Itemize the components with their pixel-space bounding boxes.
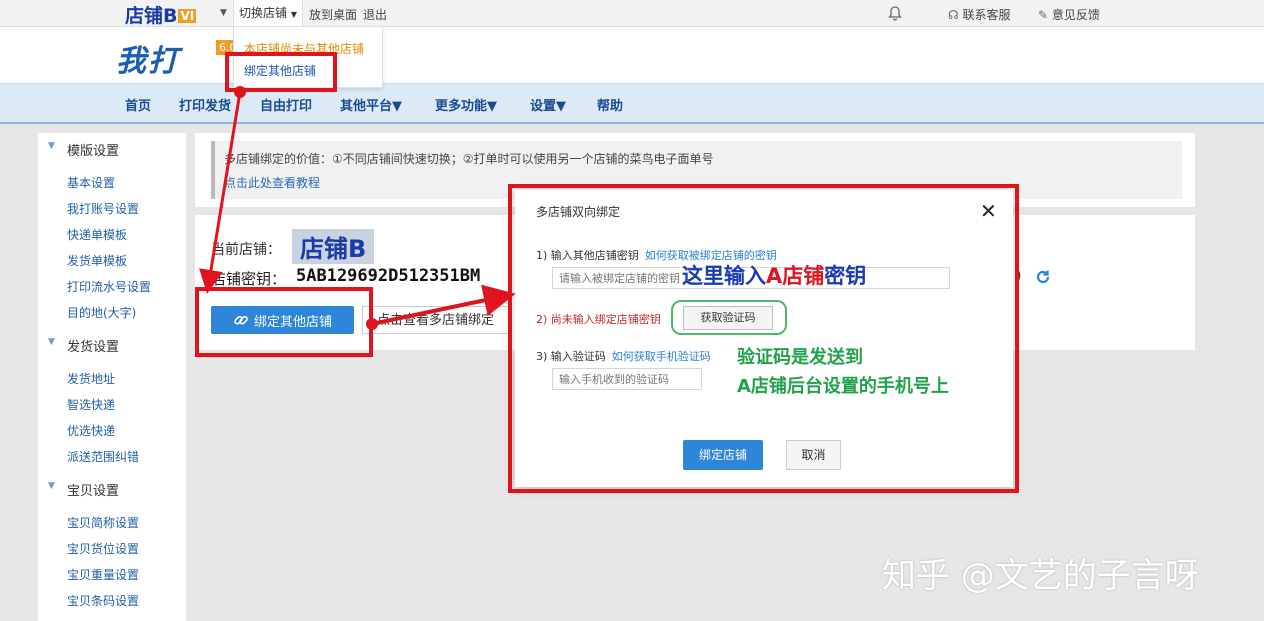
annotation-code-hint-2: A店铺后台设置的手机号上 [737, 376, 949, 397]
annotation-arrows [199, 86, 516, 330]
annotation-key-hint: 这里输入A店铺密钥 [682, 264, 867, 288]
watermark: 知乎 @文艺的子言呀 [882, 556, 1199, 596]
annotation-code-hint-1: 验证码是发送到 [737, 347, 863, 368]
